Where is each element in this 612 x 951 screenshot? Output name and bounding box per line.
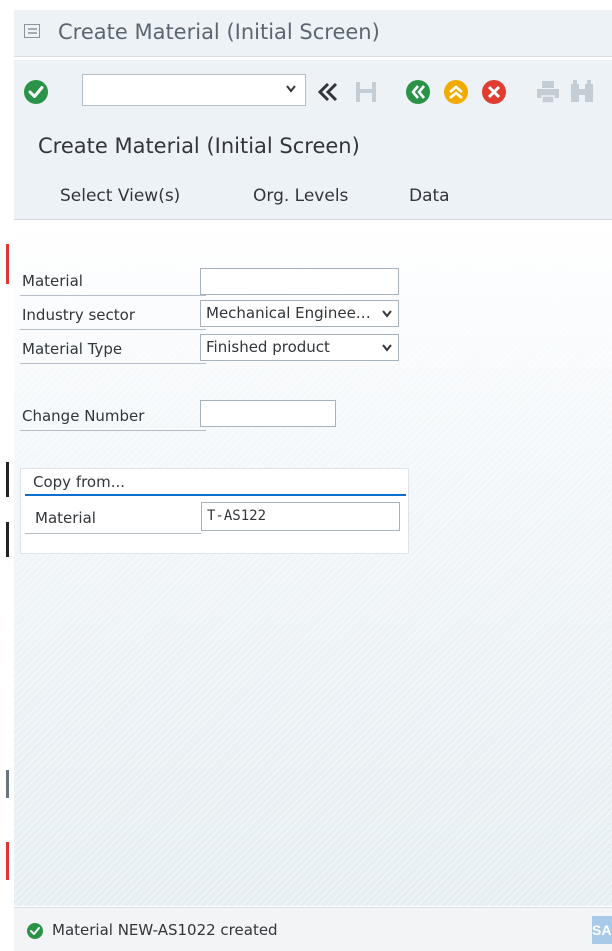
left-marker-dark [6, 462, 9, 497]
status-bar: Material NEW-AS1022 created SAP [14, 907, 612, 951]
material-label-underline [20, 295, 206, 296]
material-type-label-underline [20, 363, 206, 364]
command-field[interactable] [82, 74, 306, 106]
chevron-down-icon[interactable] [380, 301, 394, 326]
copy-from-divider [25, 494, 406, 496]
left-marker-gray [6, 770, 9, 798]
sap-window: Create Material (Initial Screen) Create … [14, 10, 612, 951]
data-button[interactable]: Data [409, 186, 450, 206]
window-title: Create Material (Initial Screen) [58, 20, 380, 44]
application-toolbar: Select View(s) Org. Levels Data [14, 172, 612, 220]
screen-title: Create Material (Initial Screen) [38, 134, 360, 158]
collapse-toolbar-icon[interactable] [314, 78, 342, 106]
save-icon[interactable] [352, 78, 380, 106]
industry-sector-value: Mechanical Enginee… [206, 304, 371, 322]
sap-logo-text: SAP [592, 922, 612, 938]
menu-icon[interactable] [24, 24, 40, 38]
left-marker-red [6, 244, 9, 284]
success-icon [27, 923, 43, 939]
chevron-down-icon[interactable] [380, 335, 394, 360]
select-views-button[interactable]: Select View(s) [60, 186, 180, 206]
cancel-icon[interactable] [480, 78, 508, 106]
material-type-select[interactable]: Finished product [200, 334, 399, 361]
title-bar: Create Material (Initial Screen) [14, 10, 612, 57]
command-input[interactable] [89, 75, 283, 105]
copy-from-title: Copy from... [33, 473, 126, 491]
left-marker-red [6, 842, 9, 880]
org-levels-button[interactable]: Org. Levels [253, 186, 348, 206]
change-number-input[interactable] [200, 400, 336, 427]
print-icon[interactable] [534, 78, 562, 106]
material-type-value: Finished product [206, 338, 330, 356]
left-marker-dark [6, 522, 9, 557]
change-number-label-underline [20, 430, 206, 431]
industry-sector-label: Industry sector [22, 306, 135, 324]
exit-icon[interactable] [442, 78, 470, 106]
sap-logo: SAP [592, 916, 612, 944]
screen-header: Create Material (Initial Screen) [14, 122, 612, 173]
industry-sector-select[interactable]: Mechanical Enginee… [200, 300, 399, 327]
copy-from-group: Copy from... Material T-AS122 [20, 468, 409, 554]
copy-from-material-input[interactable]: T-AS122 [201, 502, 400, 531]
status-message[interactable]: Material NEW-AS1022 created [52, 921, 278, 939]
industry-sector-label-underline [20, 329, 206, 330]
back-icon[interactable] [404, 78, 432, 106]
change-number-label: Change Number [22, 407, 145, 425]
copy-from-material-label-underline [25, 533, 201, 534]
material-type-label: Material Type [22, 340, 123, 358]
main-content: Material Industry sector Mechanical Engi… [14, 220, 612, 906]
command-dropdown-icon[interactable] [285, 84, 297, 94]
enter-icon[interactable] [22, 78, 50, 106]
system-toolbar [14, 60, 612, 122]
material-label: Material [22, 272, 83, 290]
material-input[interactable] [200, 268, 399, 295]
find-icon[interactable] [568, 78, 596, 106]
copy-from-material-label: Material [35, 509, 96, 527]
